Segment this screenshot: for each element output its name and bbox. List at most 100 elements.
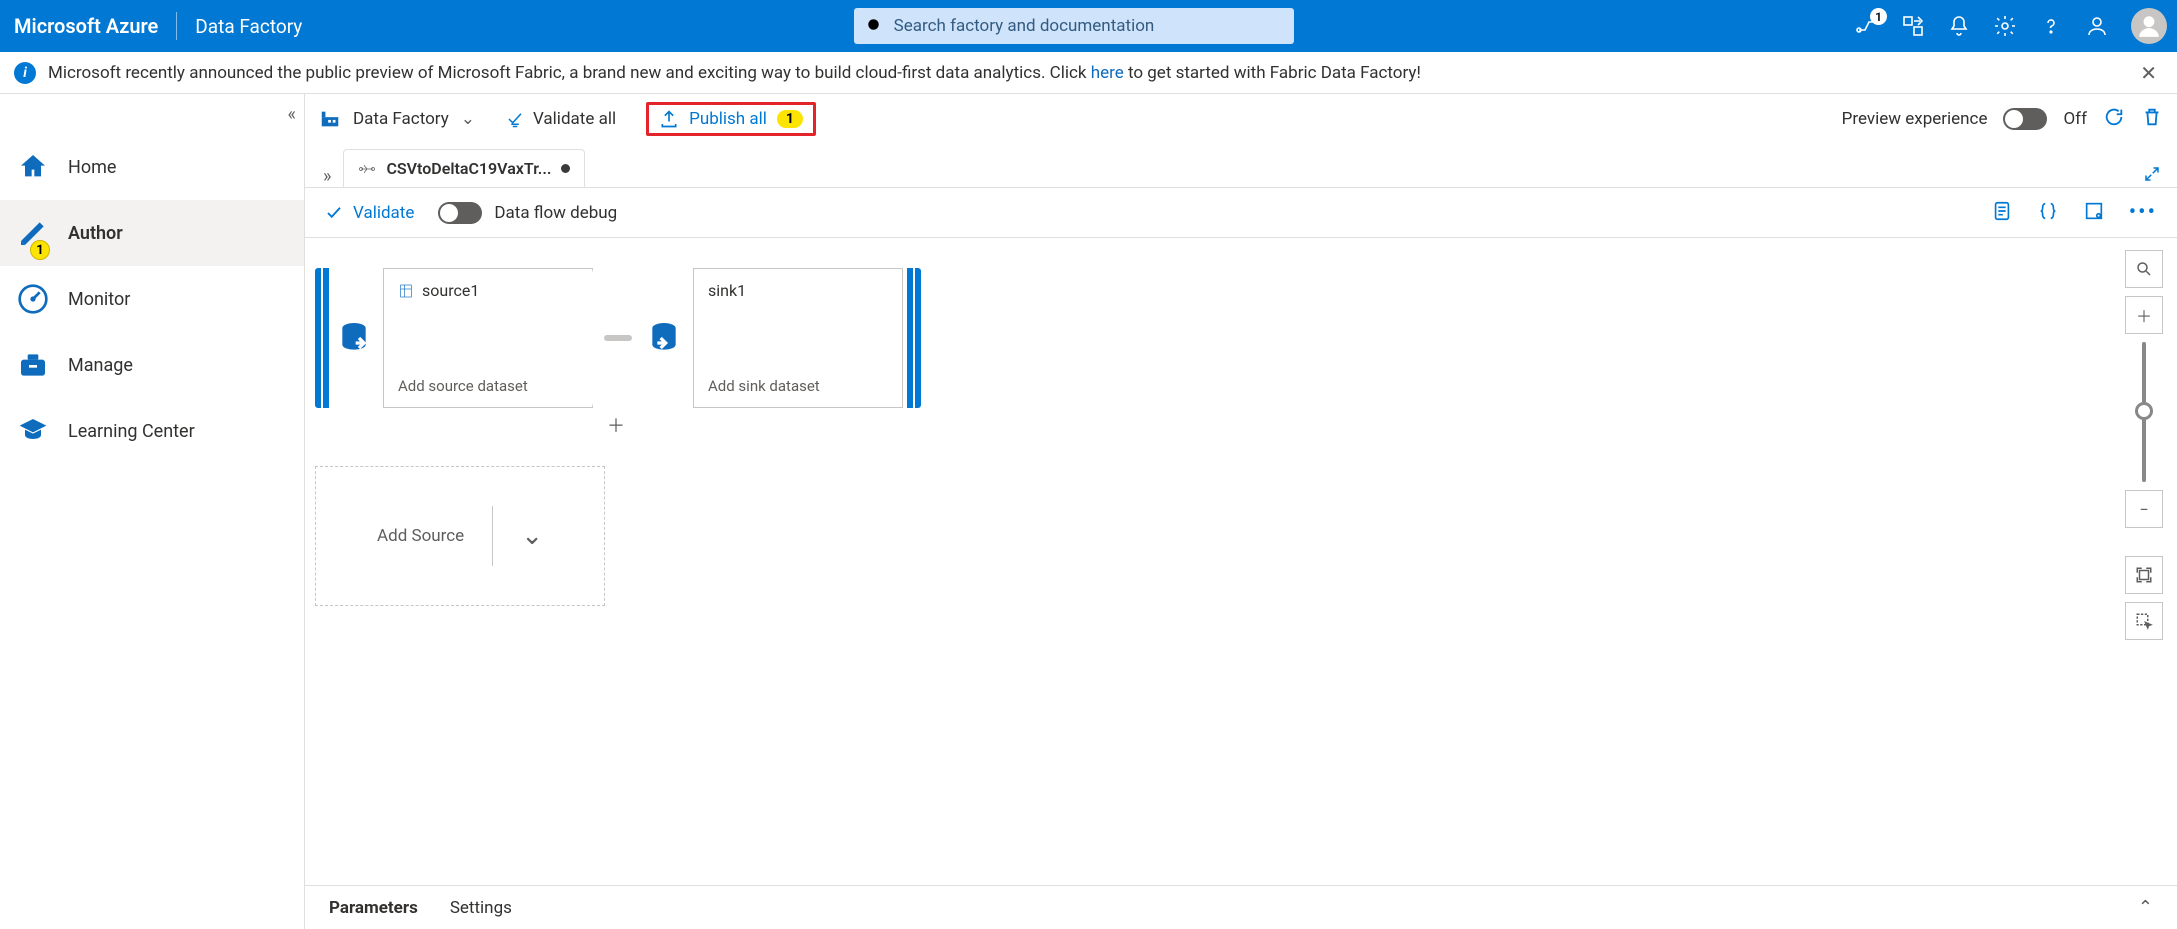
topbar-right: 1 — [1855, 8, 2167, 44]
toolbar: Data Factory ⌄ Validate all Publish all … — [305, 94, 2177, 144]
chevron-down-icon: ⌄ — [461, 109, 475, 129]
multiselect-icon[interactable] — [2125, 602, 2163, 640]
action-row: Validate Data flow debug ••• — [305, 188, 2177, 238]
zoom-thumb[interactable] — [2135, 402, 2153, 420]
source-hint: Add source dataset — [398, 377, 578, 395]
settings-panel-icon[interactable] — [2083, 200, 2105, 226]
diagnostics-badge: 1 — [1870, 8, 1887, 25]
notice-text-after: to get started with Fabric Data Factory! — [1128, 63, 1421, 83]
help-icon[interactable] — [2039, 14, 2063, 38]
tab-dataflow[interactable]: CSVtoDeltaC19VaxTr... — [343, 149, 585, 187]
canvas[interactable]: source1 Add source dataset sink1 Add sin… — [305, 238, 2177, 885]
add-source-button[interactable]: Add Source ⌄ — [315, 466, 605, 606]
zoom-slider[interactable] — [2142, 342, 2146, 482]
add-source-label: Add Source — [377, 526, 464, 546]
nav-item-label: Home — [68, 157, 116, 178]
topbar-left: Microsoft Azure Data Factory — [14, 12, 302, 40]
notice-text-before: Microsoft recently announced the public … — [48, 63, 1091, 83]
collapse-nav-icon[interactable]: « — [288, 104, 292, 125]
search-box[interactable] — [854, 8, 1294, 44]
topbar: Microsoft Azure Data Factory 1 — [0, 0, 2177, 52]
zoom-in-button[interactable]: ＋ — [2125, 296, 2163, 334]
bottom-tab-settings[interactable]: Settings — [450, 898, 512, 918]
debug-toggle[interactable] — [438, 202, 482, 224]
nav-item-monitor[interactable]: Monitor — [0, 266, 304, 332]
diagnostics-icon[interactable]: 1 — [1855, 14, 1879, 38]
search-icon — [866, 17, 884, 35]
zoom-out-button[interactable]: − — [2125, 490, 2163, 528]
search-input[interactable] — [894, 16, 1282, 36]
settings-icon[interactable] — [1993, 14, 2017, 38]
zoom-search-icon[interactable] — [2125, 250, 2163, 288]
unsaved-dot-icon — [561, 164, 570, 173]
upload-icon — [659, 109, 679, 129]
check-icon — [505, 110, 525, 128]
publish-all-label: Publish all — [689, 109, 767, 129]
notifications-icon[interactable] — [1947, 14, 1971, 38]
validate-label: Validate — [353, 203, 414, 223]
maximize-icon[interactable] — [2143, 165, 2177, 187]
topbar-center — [316, 8, 1831, 44]
sink-hint: Add sink dataset — [708, 377, 888, 395]
add-step-button[interactable]: ＋ — [605, 414, 627, 436]
nav-item-label: Manage — [68, 355, 133, 376]
left-nav: « Home Author 1 Monitor — [0, 94, 305, 929]
check-icon — [325, 204, 343, 222]
bottom-bar: Parameters Settings ⌃ — [305, 885, 2177, 929]
validate-button[interactable]: Validate — [325, 203, 414, 223]
refresh-button[interactable] — [2103, 106, 2125, 133]
factory-icon — [319, 108, 341, 130]
nav-item-label: Monitor — [68, 289, 130, 310]
brand[interactable]: Microsoft Azure — [14, 14, 158, 38]
notice-bar: i Microsoft recently announced the publi… — [0, 52, 2177, 94]
tab-row: » CSVtoDeltaC19VaxTr... — [305, 144, 2177, 188]
validate-all-label: Validate all — [533, 109, 616, 129]
validate-all-button[interactable]: Validate all — [505, 109, 616, 129]
nav-item-home[interactable]: Home — [0, 134, 304, 200]
bottom-tab-parameters[interactable]: Parameters — [329, 898, 418, 918]
service-name[interactable]: Data Factory — [195, 15, 302, 38]
avatar[interactable] — [2131, 8, 2167, 44]
preview-toggle[interactable] — [2003, 108, 2047, 130]
connector — [593, 335, 643, 341]
notice-message: Microsoft recently announced the public … — [48, 63, 2122, 83]
sink-name: sink1 — [708, 281, 746, 300]
sink-db-icon — [641, 315, 687, 361]
nav-item-label: Learning Center — [68, 421, 195, 442]
debug-toggle-group: Data flow debug — [438, 202, 617, 224]
debug-label: Data flow debug — [494, 203, 617, 223]
sink-node[interactable]: sink1 Add sink dataset — [693, 268, 903, 408]
nav-item-label: Author — [68, 223, 123, 244]
factory-selector[interactable]: Data Factory ⌄ — [319, 108, 475, 130]
nav-item-learning[interactable]: Learning Center — [0, 398, 304, 464]
nav-item-manage[interactable]: Manage — [0, 332, 304, 398]
nav-item-author[interactable]: Author 1 — [0, 200, 304, 266]
topbar-divider — [176, 12, 177, 40]
publish-all-button[interactable]: Publish all 1 — [646, 102, 816, 136]
tab-title: CSVtoDeltaC19VaxTr... — [386, 159, 551, 178]
source-node[interactable]: source1 Add source dataset — [383, 268, 593, 408]
gauge-icon — [16, 282, 50, 316]
more-icon[interactable]: ••• — [2129, 200, 2157, 225]
notice-close-icon[interactable]: ✕ — [2134, 61, 2163, 85]
dataflow-icon — [358, 160, 376, 178]
code-braces-icon[interactable] — [2037, 200, 2059, 226]
fit-to-screen-icon[interactable] — [2125, 556, 2163, 594]
publish-badge: 1 — [777, 110, 803, 128]
script-icon[interactable] — [1991, 200, 2013, 226]
nav-badge: 1 — [30, 240, 50, 260]
tabs-expand-icon[interactable]: » — [311, 166, 343, 187]
notice-link[interactable]: here — [1091, 63, 1124, 83]
switch-directory-icon[interactable] — [1901, 14, 1925, 38]
delete-button[interactable] — [2141, 106, 2163, 133]
csv-icon — [398, 283, 414, 299]
preview-label: Preview experience — [1842, 109, 1988, 129]
preview-state: Off — [2063, 109, 2087, 129]
info-icon: i — [14, 62, 36, 84]
toolbox-icon — [16, 348, 50, 382]
bracket-icon — [315, 268, 333, 408]
feedback-icon[interactable] — [2085, 14, 2109, 38]
source-name: source1 — [422, 281, 479, 300]
chevron-up-icon[interactable]: ⌃ — [2138, 897, 2153, 918]
source-db-icon — [331, 315, 377, 361]
